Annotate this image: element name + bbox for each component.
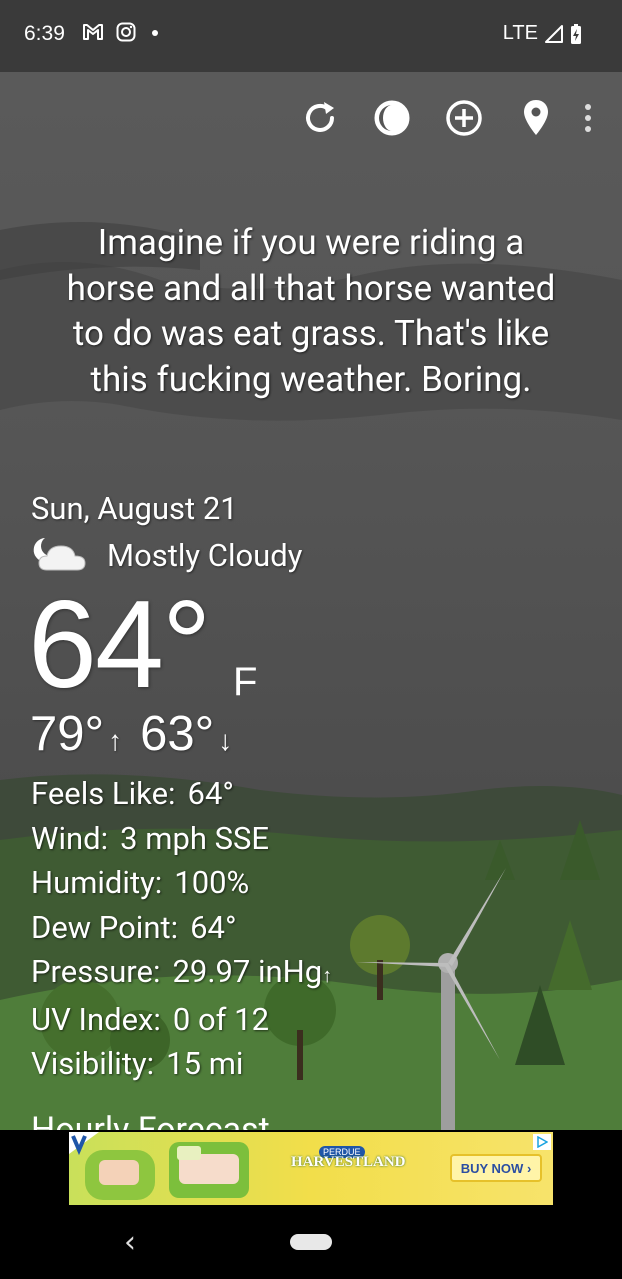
quote-line: to do was eat grass. That's like	[72, 313, 550, 354]
current-date: Sun, August 21	[31, 490, 238, 527]
ad-brand: HARVESTLAND	[291, 1154, 406, 1170]
status-time: 6:39	[24, 22, 65, 45]
battery-charging-icon	[571, 23, 581, 44]
up-arrow-icon: ↑	[108, 725, 123, 756]
weather-details: Feels Like: 64° Wind: 3 mph SSE Humidity: 1…	[31, 772, 332, 1087]
add-location-button[interactable]	[428, 92, 500, 144]
night-cloudy-icon	[33, 538, 86, 571]
more-options-button[interactable]	[572, 92, 604, 144]
weather-app-screen: 6:39 LTE Imagine if you were riding a ho…	[0, 0, 622, 1279]
detail-humidity: Humidity: 100%	[31, 861, 332, 906]
status-right: LTE	[503, 22, 582, 45]
weather-quote[interactable]: Imagine if you were riding a horse and a…	[20, 220, 602, 402]
detail-value: 3 mph SSE	[120, 819, 270, 857]
home-pill[interactable]	[290, 1234, 332, 1250]
dot-icon	[152, 30, 158, 36]
detail-value: 64°	[190, 908, 237, 946]
detail-visibility: Visibility: 15 mi	[31, 1042, 332, 1087]
detail-value: 0 of 12	[172, 1000, 269, 1038]
high-low-temps: 79° ↑ 63° ↓	[30, 706, 246, 762]
detail-uv-index: UV Index: 0 of 12	[31, 998, 332, 1043]
ad-buy-now-button[interactable]: BUY NOW ›	[450, 1154, 542, 1182]
detail-label: Humidity:	[31, 864, 163, 901]
detail-pressure: Pressure: 29.97 inHg↑	[31, 950, 332, 998]
system-navigation-bar: ‹	[0, 1215, 622, 1279]
hourly-forecast-heading: Hourly Forecast	[31, 1110, 270, 1130]
ad-product-image	[69, 1132, 249, 1200]
refresh-icon	[306, 102, 334, 132]
quote-line: horse and all that horse wanted	[66, 267, 556, 309]
location-button[interactable]	[500, 92, 572, 144]
high-temp: 79°	[30, 707, 105, 761]
down-arrow-icon: ↓	[218, 725, 233, 756]
detail-value: 15 mi	[166, 1045, 244, 1082]
ad-cta-label: BUY NOW	[460, 1160, 524, 1176]
detail-value: 64°	[187, 775, 234, 812]
more-options-icon	[585, 104, 591, 132]
detail-label: UV Index:	[31, 1000, 161, 1038]
detail-dew-point: Dew Point: 64°	[31, 906, 332, 951]
detail-label: Feels Like:	[31, 775, 176, 812]
refresh-button[interactable]	[284, 92, 356, 144]
network-type: LTE	[502, 22, 538, 44]
moon-phase-icon	[374, 100, 410, 136]
current-temperature: 64°	[28, 576, 212, 714]
back-icon[interactable]: ‹	[124, 1225, 136, 1260]
condition-text: Mostly Cloudy	[107, 536, 303, 574]
status-bar: 6:39 LTE	[0, 0, 622, 72]
temperature-unit: F	[233, 660, 258, 704]
chevron-right-icon: ›	[526, 1160, 532, 1176]
add-location-icon	[446, 100, 482, 136]
detail-wind: Wind: 3 mph SSE	[31, 817, 332, 862]
detail-value: 29.97 inHg	[172, 953, 323, 990]
low-temp: 63°	[140, 707, 215, 761]
action-toolbar	[284, 92, 604, 144]
quote-line: this fucking weather. Boring.	[90, 358, 532, 400]
signal-icon	[545, 24, 563, 43]
gmail-icon	[83, 24, 103, 40]
detail-value: 100%	[174, 864, 250, 901]
detail-label: Visibility:	[31, 1045, 155, 1082]
condition-row: Mostly Cloudy	[31, 534, 302, 576]
location-pin-icon	[524, 100, 548, 135]
moon-phase-button[interactable]	[356, 92, 428, 144]
banner-ad[interactable]: PERDUE HARVESTLAND BUY NOW ›	[69, 1132, 553, 1205]
pressure-rising-icon: ↑	[322, 963, 333, 987]
ad-choices-icon[interactable]	[533, 1134, 551, 1150]
detail-label: Wind:	[31, 819, 109, 857]
detail-feels-like: Feels Like: 64°	[31, 772, 332, 817]
notification-icons	[82, 22, 162, 42]
detail-label: Pressure:	[31, 953, 161, 990]
instagram-icon	[116, 22, 136, 42]
quote-line: Imagine if you were riding a	[97, 222, 525, 263]
detail-label: Dew Point:	[31, 908, 179, 946]
